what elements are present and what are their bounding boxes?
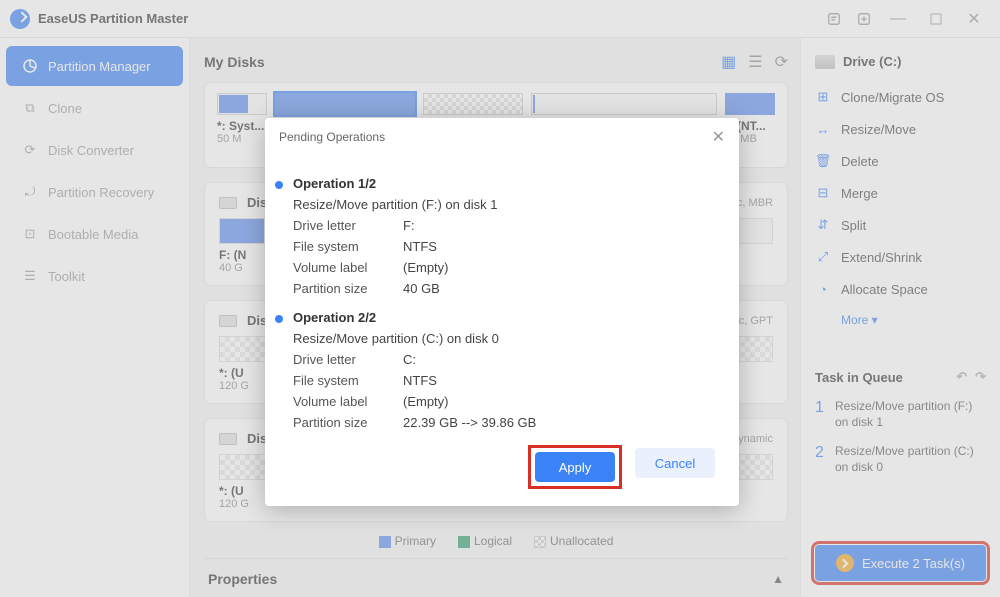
modal-close-icon[interactable]: ✕ xyxy=(712,127,725,147)
modal-title: Pending Operations xyxy=(279,130,385,144)
operation-title: Operation 2/2 xyxy=(293,310,711,325)
apply-button[interactable]: Apply xyxy=(535,452,615,482)
cancel-button[interactable]: Cancel xyxy=(635,448,715,478)
operation-title: Operation 1/2 xyxy=(293,176,711,191)
operation-desc: Resize/Move partition (C:) on disk 0 xyxy=(293,331,711,346)
operation-desc: Resize/Move partition (F:) on disk 1 xyxy=(293,197,711,212)
pending-operations-modal: Pending Operations ✕ Operation 1/2 Resiz… xyxy=(265,118,739,506)
